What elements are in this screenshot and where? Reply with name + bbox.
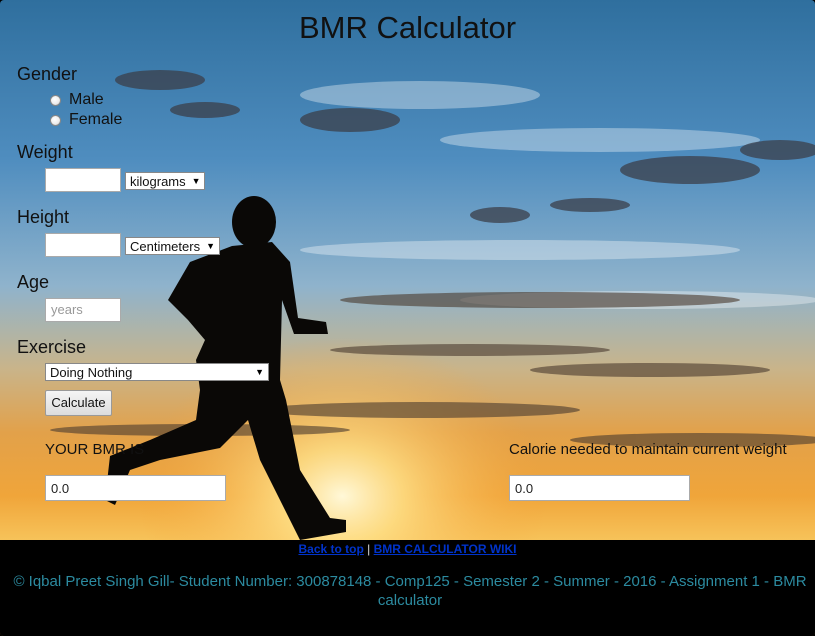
chevron-down-icon: ▼ — [191, 176, 201, 186]
bmr-wiki-link[interactable]: BMR CALCULATOR WIKI — [374, 542, 517, 556]
exercise-label: Exercise — [17, 337, 87, 357]
bmr-calculator-page: BMR Calculator Gender Male Female Weight… — [0, 0, 815, 636]
age-input[interactable]: years — [45, 298, 121, 322]
back-to-top-link[interactable]: Back to top — [298, 542, 363, 556]
gender-option-male[interactable]: Male — [50, 91, 104, 109]
height-input[interactable] — [45, 233, 121, 257]
height-unit-select[interactable]: Centimeters ▼ — [125, 237, 220, 255]
bmr-result-field[interactable]: 0.0 — [45, 475, 226, 501]
male-radio-label: Male — [69, 91, 104, 108]
height-unit-value: Centimeters — [130, 238, 201, 254]
weight-input[interactable] — [45, 168, 121, 192]
exercise-selected-value: Doing Nothing — [50, 364, 133, 380]
age-label: Age — [17, 272, 50, 292]
female-radio-label: Female — [69, 111, 123, 128]
calorie-result-field[interactable]: 0.0 — [509, 475, 690, 501]
weight-unit-value: kilograms — [130, 173, 186, 189]
gender-label: Gender — [17, 64, 78, 84]
exercise-select[interactable]: Doing Nothing ▼ — [45, 363, 269, 381]
bmr-result-label: YOUR BMR IS — [45, 441, 145, 458]
height-label: Height — [17, 207, 70, 227]
male-radio[interactable] — [50, 94, 61, 106]
calorie-result-label: Calorie needed to maintain current weigh… — [509, 441, 787, 458]
chevron-down-icon: ▼ — [255, 367, 264, 377]
chevron-down-icon: ▼ — [206, 241, 215, 251]
footer-links: Back to top | BMR CALCULATOR WIKI — [0, 542, 815, 556]
weight-unit-select[interactable]: kilograms ▼ — [125, 172, 205, 190]
gender-option-female[interactable]: Female — [50, 111, 122, 129]
calculate-button[interactable]: Calculate — [45, 390, 112, 416]
female-radio[interactable] — [50, 114, 61, 126]
page-title: BMR Calculator — [298, 10, 517, 45]
weight-label: Weight — [17, 142, 73, 162]
copyright-text: © Iqbal Preet Singh Gill- Student Number… — [13, 573, 807, 609]
link-separator: | — [367, 542, 371, 556]
